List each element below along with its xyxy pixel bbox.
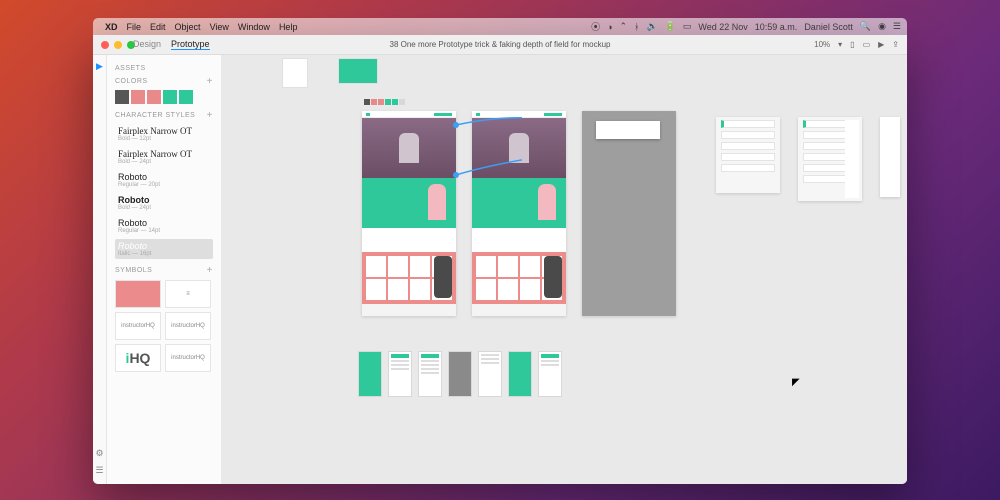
color-swatch[interactable] [163, 90, 177, 104]
assets-panel: ASSETS Colors + Character Styles + Fairple… [107, 55, 222, 484]
artboard-mobile[interactable] [358, 351, 382, 397]
zoom-dropdown-icon[interactable]: ▾ [838, 40, 842, 49]
color-swatches [115, 90, 213, 104]
artboard-mobile[interactable] [418, 351, 442, 397]
assets-toggle-icon[interactable]: ⚙ [95, 448, 103, 459]
prototype-start-icon[interactable]: ▶ [96, 61, 103, 72]
artboard-thumb[interactable] [338, 58, 378, 84]
artboard-thumb[interactable] [282, 58, 308, 88]
mouse-cursor-icon: ◤ [792, 377, 800, 388]
artboard-list-2[interactable] [798, 117, 862, 201]
share-icon[interactable]: ⇪ [892, 40, 899, 49]
menu-date[interactable]: Wed 22 Nov [698, 22, 747, 32]
assets-title: ASSETS [115, 65, 146, 72]
spotlight-icon[interactable]: 🔍 [860, 21, 871, 32]
status-icon[interactable]: ◑ [607, 22, 612, 32]
artboard-list-1[interactable] [716, 117, 780, 193]
notification-icon[interactable]: ☰ [893, 21, 901, 32]
siri-icon[interactable]: ◉ [878, 21, 886, 32]
menu-object[interactable]: Object [175, 22, 201, 32]
titlebar: Design Prototype 38 One more Prototype t… [93, 35, 907, 55]
pasteboard-swatches [364, 99, 405, 105]
battery-icon[interactable]: 🔋 [665, 21, 676, 32]
artboard-home[interactable] [362, 111, 456, 316]
symbol-logo[interactable]: iHQ [115, 344, 161, 372]
artboard-mobile[interactable] [388, 351, 412, 397]
symbol-item[interactable]: instructorHQ [165, 312, 211, 340]
zoom-level[interactable]: 10% [814, 40, 830, 49]
artboard-home-2[interactable] [472, 111, 566, 316]
charstyle-item[interactable]: RobotoBold — 24pt [115, 193, 213, 213]
bluetooth-icon[interactable]: ᚼ [634, 22, 639, 32]
menu-file[interactable]: File [127, 22, 142, 32]
artboard-mobile[interactable] [538, 351, 562, 397]
artboard-mobile[interactable] [508, 351, 532, 397]
menu-time[interactable]: 10:59 a.m. [755, 22, 798, 32]
charstyle-item[interactable]: Fairplex Narrow OTBold — 24pt [115, 147, 213, 167]
device-phone-icon[interactable]: ▯ [850, 40, 854, 49]
symbols-heading: Symbols [115, 267, 152, 274]
artboard-mobile[interactable] [448, 351, 472, 397]
charstyle-item[interactable]: RobotoRegular — 20pt [115, 170, 213, 190]
canvas[interactable]: ◤ [222, 55, 907, 484]
artboard-mobile[interactable] [478, 351, 502, 397]
color-swatch[interactable] [115, 90, 129, 104]
layers-toggle-icon[interactable]: ☰ [95, 465, 103, 476]
menu-user[interactable]: Daniel Scott [804, 22, 853, 32]
charstyle-item[interactable]: RobotoRegular — 14pt [115, 216, 213, 236]
artboard-modal[interactable] [582, 111, 676, 316]
wifi-icon[interactable]: ⌃ [620, 21, 628, 32]
charstyle-item-selected[interactable]: RobotoItalic — 16pt [115, 239, 213, 259]
volume-icon[interactable]: 🔊 [646, 21, 657, 32]
menu-help[interactable]: Help [279, 22, 298, 32]
device-tablet-icon[interactable]: ▭ [863, 40, 871, 49]
sidebar-thumbs [845, 120, 859, 198]
mac-menu-bar: XD File Edit Object View Window Help ⦿ ◑… [93, 18, 907, 35]
tab-prototype[interactable]: Prototype [171, 39, 210, 50]
app-menu[interactable]: XD [105, 22, 118, 32]
add-charstyle-button[interactable]: + [207, 110, 213, 121]
close-button[interactable] [101, 41, 109, 49]
charstyle-item[interactable]: Fairplex Narrow OTBold — 12pt [115, 124, 213, 144]
airplay-icon[interactable]: ▭ [683, 21, 692, 32]
play-preview-icon[interactable]: ▶ [878, 40, 884, 49]
add-color-button[interactable]: + [207, 76, 213, 87]
tool-rail: ▶ ⚙ ☰ [93, 55, 107, 484]
tab-design[interactable]: Design [133, 39, 161, 50]
symbol-item[interactable]: ≡ [165, 280, 211, 308]
symbol-item[interactable]: instructorHQ [165, 344, 211, 372]
colors-heading: Colors [115, 78, 148, 85]
modal-card [596, 121, 660, 139]
add-symbol-button[interactable]: + [207, 265, 213, 276]
menu-view[interactable]: View [210, 22, 229, 32]
symbol-item[interactable]: instructorHQ [115, 312, 161, 340]
status-icon[interactable]: ⦿ [591, 20, 600, 33]
menu-edit[interactable]: Edit [150, 22, 166, 32]
artboard-list-3[interactable] [880, 117, 900, 197]
charstyles-heading: Character Styles [115, 112, 195, 119]
symbol-item[interactable] [115, 280, 161, 308]
color-swatch[interactable] [147, 90, 161, 104]
document-title: 38 One more Prototype trick & faking dep… [390, 40, 611, 49]
minimize-button[interactable] [114, 41, 122, 49]
xd-window: Design Prototype 38 One more Prototype t… [93, 35, 907, 484]
color-swatch[interactable] [179, 90, 193, 104]
traffic-lights [93, 41, 135, 49]
menu-window[interactable]: Window [238, 22, 270, 32]
color-swatch[interactable] [131, 90, 145, 104]
mode-tabs: Design Prototype [133, 39, 210, 50]
